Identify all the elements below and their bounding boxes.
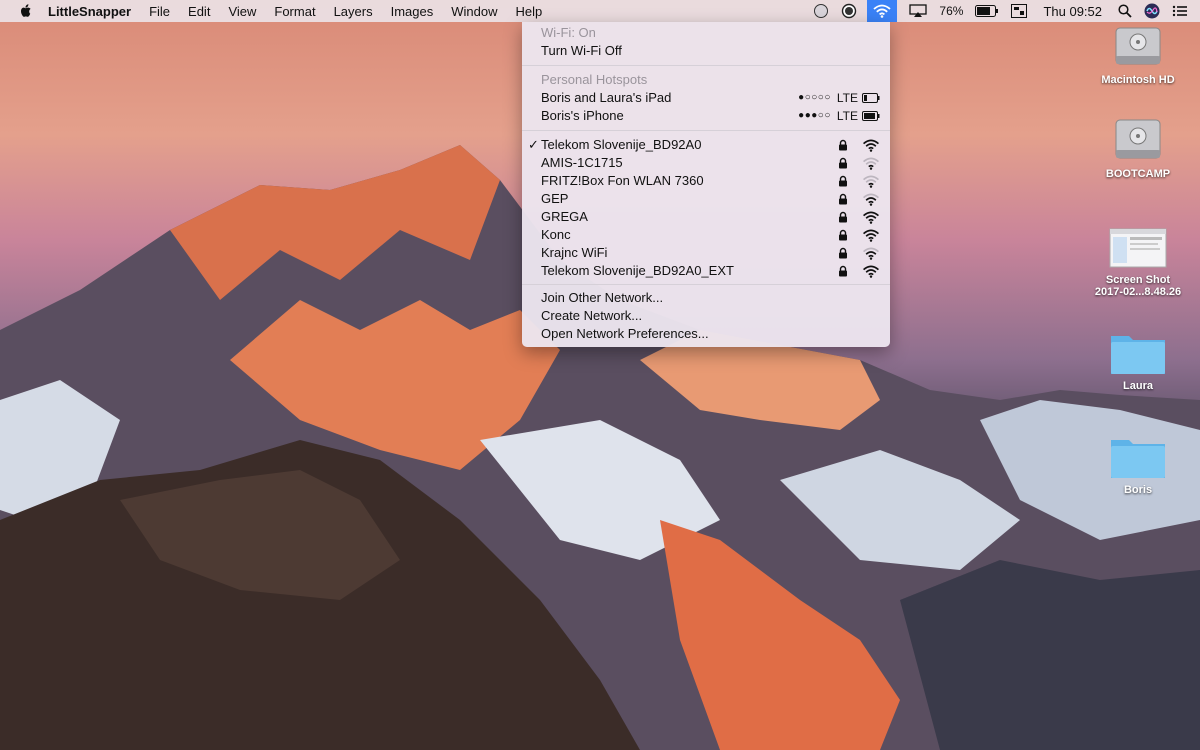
join-other-network-item[interactable]: Join Other Network... xyxy=(522,289,890,307)
wifi-signal-icon xyxy=(863,139,879,152)
network-type-label: LTE xyxy=(836,109,858,123)
wifi-network-item[interactable]: Telekom Slovenije_BD92A0_EXT xyxy=(522,262,890,280)
wifi-network-item[interactable]: AMIS-1C1715 xyxy=(522,154,890,172)
join-other-network-label: Join Other Network... xyxy=(541,290,664,305)
wifi-signal-icon xyxy=(863,229,879,242)
wifi-network-name: GREGA xyxy=(541,209,588,224)
open-network-preferences-label: Open Network Preferences... xyxy=(541,326,709,341)
menu-separator xyxy=(522,284,890,285)
lock-icon xyxy=(839,211,847,223)
wifi-network-name: Konc xyxy=(541,227,571,242)
lock-icon xyxy=(839,157,847,169)
wifi-network-item[interactable]: FRITZ!Box Fon WLAN 7360 xyxy=(522,172,890,190)
apple-menu-icon[interactable] xyxy=(18,3,34,19)
hotspot-name: Boris's iPhone xyxy=(541,108,624,123)
display-mirroring-icon[interactable] xyxy=(1011,4,1028,18)
desktop-icon-bootcamp[interactable]: BOOTCAMP xyxy=(1088,112,1188,180)
wifi-dropdown-menu: Wi-Fi: On Turn Wi-Fi Off Personal Hotspo… xyxy=(522,22,890,347)
menu-file[interactable]: File xyxy=(149,4,170,19)
hotspot-battery-icon xyxy=(862,111,880,121)
hotspots-header-label: Personal Hotspots xyxy=(541,72,648,87)
menu-format[interactable]: Format xyxy=(274,4,315,19)
menubar-clock[interactable]: Thu 09:52 xyxy=(1043,4,1102,19)
hard-drive-icon xyxy=(1115,119,1161,159)
wifi-signal-icon xyxy=(863,175,879,188)
wifi-signal-icon xyxy=(863,211,879,224)
turn-wifi-off-label: Turn Wi-Fi Off xyxy=(541,43,622,58)
desktop-icon-laura[interactable]: Laura xyxy=(1088,330,1188,392)
desktop-icon-label: Laura xyxy=(1123,380,1153,392)
desktop-icon-label-line1: Screen Shot xyxy=(1105,274,1171,286)
desktop-icon-boris[interactable]: Boris xyxy=(1088,434,1188,496)
open-network-preferences-item[interactable]: Open Network Preferences... xyxy=(522,325,890,343)
wifi-status-label: Wi-Fi: On xyxy=(541,25,596,40)
menu-layers[interactable]: Layers xyxy=(334,4,373,19)
menu-window[interactable]: Window xyxy=(451,4,497,19)
battery-icon[interactable] xyxy=(975,5,999,17)
menu-view[interactable]: View xyxy=(228,4,256,19)
menu-images[interactable]: Images xyxy=(391,4,434,19)
wifi-network-name: Krajnc WiFi xyxy=(541,245,608,260)
wifi-signal-icon xyxy=(863,265,879,278)
create-network-item[interactable]: Create Network... xyxy=(522,307,890,325)
menu-separator xyxy=(522,130,890,131)
wifi-network-name: Telekom Slovenije_BD92A0 xyxy=(541,137,702,152)
airplay-icon[interactable] xyxy=(909,4,928,18)
siri-icon[interactable] xyxy=(1144,3,1160,19)
turn-wifi-off-item[interactable]: Turn Wi-Fi Off xyxy=(522,42,890,60)
wifi-network-name: Telekom Slovenije_BD92A0_EXT xyxy=(541,263,734,278)
lock-icon xyxy=(839,229,847,241)
lock-icon xyxy=(839,193,847,205)
status-circle-icon[interactable] xyxy=(813,3,829,19)
lock-icon xyxy=(839,265,847,277)
screenshot-thumbnail-icon xyxy=(1109,228,1167,268)
hard-drive-icon xyxy=(1115,27,1161,65)
lock-icon xyxy=(839,175,847,187)
lock-icon xyxy=(839,139,847,151)
wifi-network-item[interactable]: Krajnc WiFi xyxy=(522,244,890,262)
wifi-menu-icon[interactable] xyxy=(867,0,898,22)
folder-icon xyxy=(1111,440,1165,478)
wifi-network-item[interactable]: Konc xyxy=(522,226,890,244)
menu-bar: LittleSnapper File Edit View Format Laye… xyxy=(0,0,1200,22)
app-menu-littlesnapper[interactable]: LittleSnapper xyxy=(48,4,131,19)
create-network-label: Create Network... xyxy=(541,308,643,323)
menu-separator xyxy=(522,65,890,66)
hotspots-header: Personal Hotspots xyxy=(522,71,890,89)
desktop-icon-macintosh-hd[interactable]: Macintosh HD xyxy=(1088,18,1188,86)
wifi-signal-icon xyxy=(863,157,879,170)
hotspot-item[interactable]: Boris's iPhone ●●●○○ LTE xyxy=(522,107,890,125)
cellular-signal-indicator: ●○○○○ xyxy=(798,92,831,103)
wifi-network-name: AMIS-1C1715 xyxy=(541,155,623,170)
hotspot-item[interactable]: Boris and Laura's iPad ●○○○○ LTE xyxy=(522,89,890,107)
lock-icon xyxy=(839,247,847,259)
wifi-signal-icon xyxy=(863,193,879,206)
desktop-icon-label: Macintosh HD xyxy=(1101,74,1175,86)
desktop-icon-label: BOOTCAMP xyxy=(1105,168,1171,180)
wifi-network-item[interactable]: GEP xyxy=(522,190,890,208)
menu-edit[interactable]: Edit xyxy=(188,4,210,19)
cellular-signal-indicator: ●●●○○ xyxy=(798,110,831,121)
notification-center-icon[interactable] xyxy=(1172,5,1188,17)
hotspot-battery-icon xyxy=(862,93,880,103)
hotspot-name: Boris and Laura's iPad xyxy=(541,90,672,105)
wifi-status-header: Wi-Fi: On xyxy=(522,24,890,42)
wifi-network-item[interactable]: ✓ Telekom Slovenije_BD92A0 xyxy=(522,136,890,154)
wifi-signal-icon xyxy=(863,247,879,260)
menu-help[interactable]: Help xyxy=(515,4,542,19)
desktop-icon-screenshot[interactable]: Screen Shot 2017-02...8.48.26 xyxy=(1088,228,1188,298)
wifi-network-name: GEP xyxy=(541,191,569,206)
checkmark-icon: ✓ xyxy=(528,137,539,152)
spotlight-search-icon[interactable] xyxy=(1118,4,1132,18)
desktop-icon-label-line2: 2017-02...8.48.26 xyxy=(1094,286,1182,298)
desktop-icon-label: Boris xyxy=(1123,484,1153,496)
battery-percentage[interactable]: 76% xyxy=(939,4,963,18)
wifi-network-item[interactable]: GREGA xyxy=(522,208,890,226)
wifi-network-name: FRITZ!Box Fon WLAN 7360 xyxy=(541,173,704,188)
status-area: 76% Thu 09:52 xyxy=(801,0,1200,22)
folder-icon xyxy=(1111,336,1165,374)
network-type-label: LTE xyxy=(836,91,858,105)
record-icon[interactable] xyxy=(841,3,857,19)
